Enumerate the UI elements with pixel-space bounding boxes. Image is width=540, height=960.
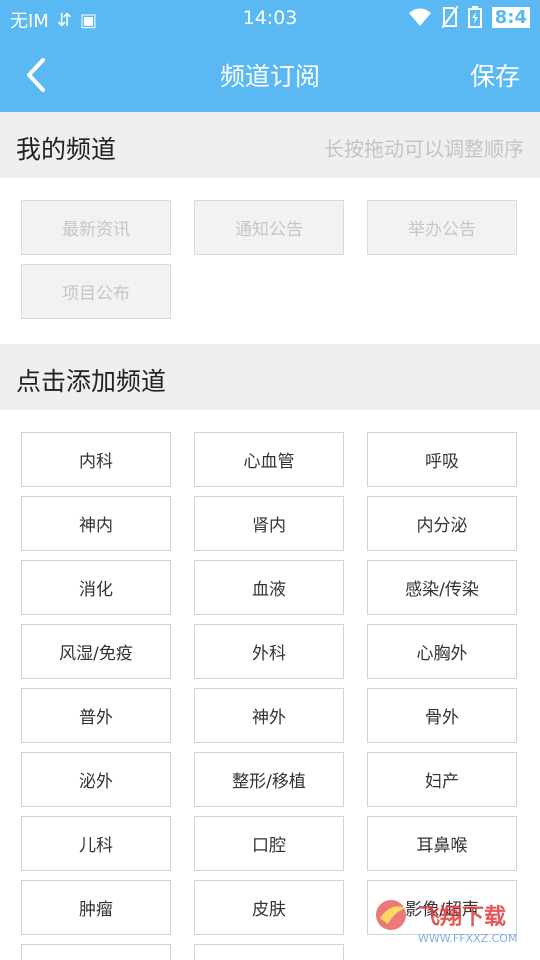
channel-tile[interactable]: 血液	[194, 560, 344, 615]
channel-tile[interactable]: 整形/移植	[194, 752, 344, 807]
page-title: 频道订阅	[219, 62, 320, 91]
channel-tile[interactable]: 呼吸	[367, 432, 517, 487]
channel-tile[interactable]: 感染/传染	[367, 560, 517, 615]
my-channel-tile[interactable]: 项目公布	[21, 264, 171, 319]
my-channel-tile[interactable]: 通知公告	[194, 200, 344, 255]
status-bar: 无IM ⇵ ▣ 14:03 8:4	[0, 0, 540, 38]
channel-tile[interactable]: 儿科	[21, 816, 171, 871]
channel-tile[interactable]: 神内	[21, 496, 171, 551]
add-channels-grid: 内科 心血管 呼吸 神内 肾内 内分泌 消化 血液 感染/传染 风湿/免疫 外科…	[0, 410, 540, 960]
channel-tile[interactable]: 心胸外	[367, 624, 517, 679]
my-channel-tile[interactable]: 最新资讯	[21, 200, 171, 255]
channel-tile[interactable]: 耳鼻喉	[367, 816, 517, 871]
battery-text: 8:4	[491, 6, 530, 28]
channel-tile[interactable]: 皮肤	[194, 880, 344, 935]
channel-tile[interactable]: 肿瘤	[21, 880, 171, 935]
save-button[interactable]: 保存	[470, 57, 520, 93]
my-channels-grid: 最新资讯 通知公告 举办公告 项目公布	[0, 178, 540, 344]
channel-tile[interactable]: 妇产	[367, 752, 517, 807]
channel-tile[interactable]: 风湿/免疫	[21, 624, 171, 679]
channel-tile[interactable]: 内分泌	[367, 496, 517, 551]
my-channels-header: 我的频道 长按拖动可以调整顺序	[0, 112, 540, 178]
channel-tile-partial[interactable]	[194, 944, 344, 960]
reorder-hint: 长按拖动可以调整顺序	[324, 137, 524, 161]
no-sim-icon	[441, 6, 458, 28]
wifi-icon	[408, 8, 431, 26]
channel-tile[interactable]: 外科	[194, 624, 344, 679]
watermark-text: 飞翔下载	[418, 905, 507, 930]
channel-tile[interactable]: 骨外	[367, 688, 517, 743]
watermark-url: WWW.FFXXZ.COM	[418, 932, 518, 945]
channel-tile[interactable]: 泌外	[21, 752, 171, 807]
channel-tile-partial[interactable]	[21, 944, 171, 960]
channel-tile[interactable]: 内科	[21, 432, 171, 487]
my-channels-title: 我的频道	[16, 135, 117, 164]
add-channels-title: 点击添加频道	[16, 367, 167, 396]
channel-tile[interactable]: 神外	[194, 688, 344, 743]
channel-tile[interactable]: 口腔	[194, 816, 344, 871]
channel-tile[interactable]: 消化	[21, 560, 171, 615]
channel-tile[interactable]: 心血管	[194, 432, 344, 487]
battery-charging-icon	[467, 6, 482, 28]
add-channels-header: 点击添加频道	[0, 344, 540, 410]
channel-tile[interactable]: 普外	[21, 688, 171, 743]
watermark: 飞翔下载 WWW.FFXXZ.COM	[374, 898, 528, 950]
channel-tile[interactable]: 肾内	[194, 496, 344, 551]
my-channel-tile[interactable]: 举办公告	[367, 200, 517, 255]
status-right: 8:4	[408, 6, 530, 28]
watermark-logo-icon	[376, 900, 406, 930]
top-navbar: 频道订阅 保存	[0, 38, 540, 112]
